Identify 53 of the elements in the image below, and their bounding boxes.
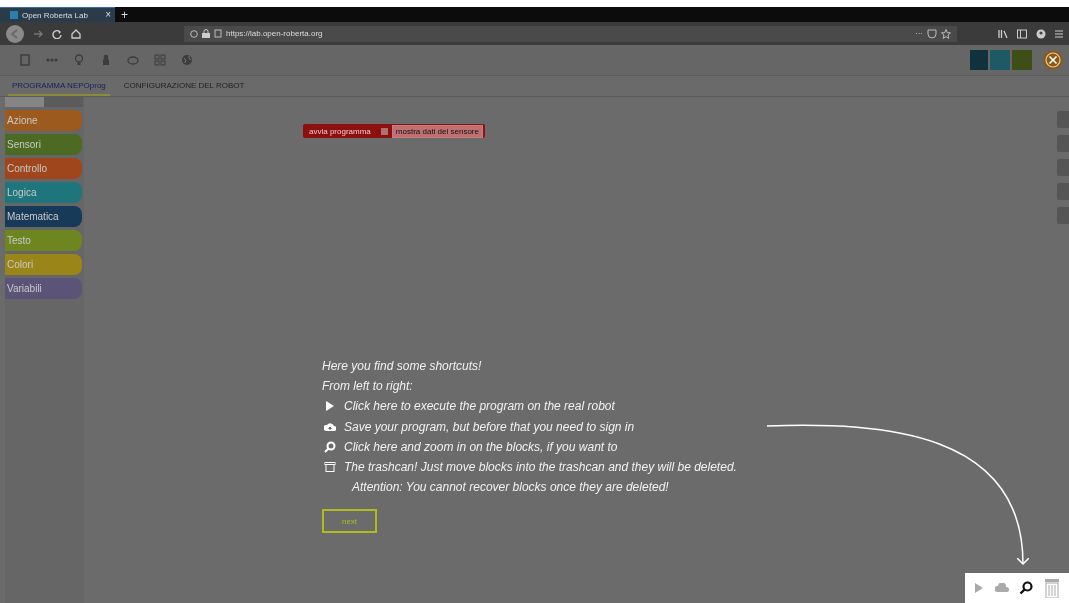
trash-icon [324,461,336,474]
page-icon [10,11,18,19]
page-actions-menu[interactable]: ··· [915,29,923,38]
zoom-icon [324,440,336,453]
lightbulb-icon[interactable] [73,54,85,66]
document-icon[interactable] [19,54,31,66]
home-icon[interactable] [71,28,81,39]
library-icon[interactable] [998,28,1008,39]
forward-icon[interactable] [33,28,43,39]
globe-icon[interactable] [181,54,193,66]
category-item[interactable]: Testo [5,230,82,251]
category-item[interactable]: Variabili [5,278,82,299]
category-item[interactable]: Controllo [5,158,82,179]
category-item[interactable]: Sensori [5,134,82,155]
trash-icon[interactable] [1043,578,1060,598]
category-item[interactable]: Matematica [5,206,82,227]
back-icon[interactable] [6,24,24,43]
category-item[interactable]: Colori [5,254,82,275]
lock-icon [202,29,210,38]
cloud-upload-icon [324,420,336,433]
person-icon[interactable] [100,54,112,66]
start-block[interactable]: avvia programma mostra dati del sensore [303,124,485,138]
url-text: https://lab.open-roberta.org [226,29,323,38]
close-tab-button[interactable]: × [105,10,111,20]
tour-text: Click here to execute the program on the real robot [344,399,615,414]
tour-text: Attention: You cannot recover blocks once they are deleted! [352,480,669,495]
account-icon[interactable] [1036,28,1046,39]
close-icon[interactable] [1043,50,1063,70]
reload-icon[interactable] [52,28,62,39]
zoom-icon[interactable] [1019,581,1034,595]
tour-text: The trashcan! Just move blocks into the trashcan and they will be deleted. [344,460,737,475]
block-label: avvia programma [309,126,371,136]
next-button[interactable]: next [322,509,377,534]
star-icon[interactable] [941,28,951,39]
new-tab-button[interactable]: + [115,7,134,22]
tour-text: Save your program, but before that you need to sign in [344,419,635,434]
menu-icon[interactable] [1055,28,1063,39]
play-icon[interactable] [974,582,985,594]
address-bar[interactable]: https://lab.open-roberta.org ··· [184,25,957,42]
program-tab[interactable]: CONFIGURAZIONE DEL ROBOT [119,76,249,96]
cloud-upload-icon[interactable] [994,583,1009,593]
category-item[interactable]: Azione [5,110,82,131]
browser-tab[interactable]: Open Roberta Lab × [0,7,115,22]
sidebar-icon[interactable] [1017,28,1027,39]
category-item[interactable]: Logica [5,182,82,203]
checkbox[interactable] [380,127,388,135]
tour-text: From left to right: [322,379,413,394]
grid-icon[interactable] [154,54,166,66]
play-icon [324,400,336,413]
tour-text: Click here and zoom in on the blocks, if you want to [344,439,618,454]
checkbox-label: mostra dati del sensore [391,124,483,138]
tour-text: Here you find some shortcuts! [322,359,482,374]
tab-title: Open Roberta Lab [22,10,89,20]
